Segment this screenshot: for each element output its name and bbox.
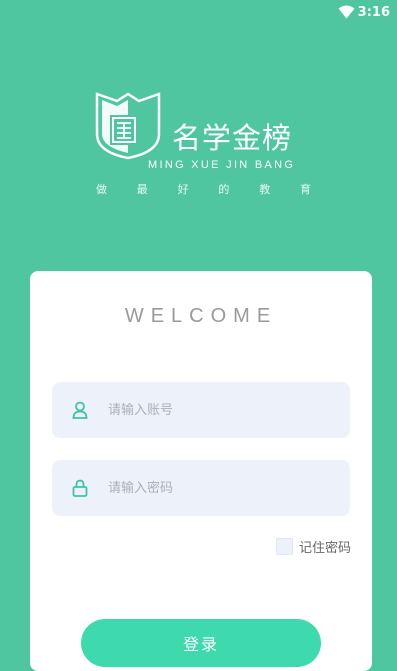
slogan-char: 做: [96, 183, 107, 196]
password-input[interactable]: [108, 460, 338, 516]
shield-book-logo-icon: [95, 92, 161, 160]
brand-name: 名学金榜: [172, 121, 293, 155]
brand-pinyin: MING XUE JIN BANG: [148, 159, 296, 171]
remember-password[interactable]: 记住密码: [276, 537, 351, 556]
login-button[interactable]: 登录: [81, 619, 321, 667]
slogan: 做 最 好 的 教 育: [96, 181, 311, 197]
slogan-char: 好: [177, 183, 189, 196]
slogan-char: 教: [259, 183, 271, 196]
slogan-char: 最: [136, 183, 148, 196]
remember-label: 记住密码: [299, 541, 352, 556]
password-field[interactable]: [52, 460, 350, 516]
remember-checkbox[interactable]: [276, 538, 293, 555]
brand-header: 名学金榜 MING XUE JIN BANG 做 最 好 的 教 育: [0, 0, 397, 230]
lock-icon: [72, 479, 88, 497]
slogan-char: 的: [218, 183, 230, 196]
welcome-title: WELCOME: [124, 305, 278, 327]
account-field[interactable]: [52, 382, 350, 438]
login-card: WELCOME 记住密码 登录: [30, 271, 372, 671]
account-input[interactable]: [108, 382, 338, 438]
slogan-char: 育: [299, 183, 311, 196]
user-icon: [72, 401, 88, 419]
